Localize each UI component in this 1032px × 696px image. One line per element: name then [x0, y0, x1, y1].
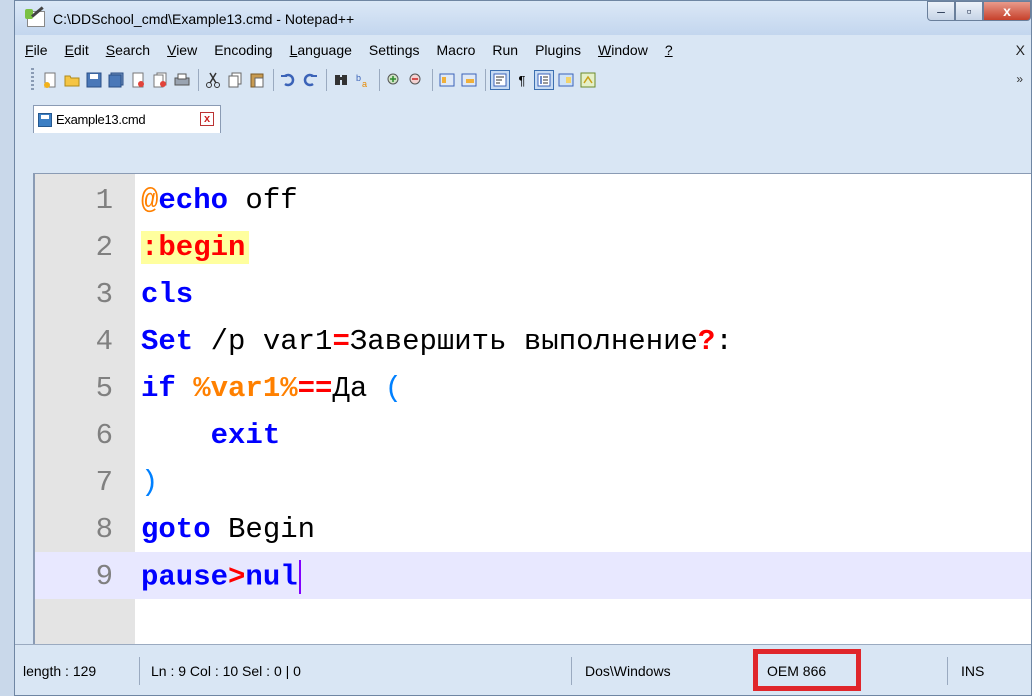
close-document-x[interactable]: X — [1016, 42, 1025, 58]
line-content: exit — [210, 419, 281, 452]
status-separator — [139, 657, 140, 685]
toolbar: ba ¶ » — [15, 63, 1031, 97]
save-all-icon[interactable] — [106, 70, 126, 90]
window-controls: – ▫ x — [927, 1, 1031, 23]
line-content: pause>nul — [141, 560, 301, 594]
code-line[interactable]: 2 :begin — [35, 223, 1031, 270]
menu-file[interactable]: File — [25, 42, 48, 58]
code-line[interactable]: 1 @echo off — [35, 176, 1031, 223]
menu-macro[interactable]: Macro — [437, 42, 476, 58]
paste-icon[interactable] — [247, 70, 267, 90]
status-insert-mode[interactable]: INS — [961, 657, 984, 685]
indent-guide-icon[interactable] — [534, 70, 554, 90]
menu-language[interactable]: Language — [290, 42, 352, 58]
line-number: 1 — [95, 184, 113, 217]
line-number: 2 — [95, 231, 113, 264]
toolbar-grip[interactable] — [31, 68, 34, 92]
menu-encoding[interactable]: Encoding — [214, 42, 272, 58]
minimize-button[interactable]: – — [927, 1, 955, 21]
code-line[interactable]: 7 ) — [35, 458, 1031, 505]
open-file-icon[interactable] — [62, 70, 82, 90]
line-content: @echo off — [141, 184, 298, 217]
function-list-icon[interactable] — [578, 70, 598, 90]
status-length: length : 129 — [23, 663, 97, 679]
code-line[interactable]: 8 goto Begin — [35, 505, 1031, 552]
saved-file-icon — [38, 112, 52, 127]
menu-window[interactable]: Window — [598, 42, 648, 58]
new-file-icon[interactable] — [40, 70, 60, 90]
status-separator — [947, 657, 948, 685]
status-bar: length : 129 Ln : 9 Col : 10 Sel : 0 | 0… — [15, 644, 1031, 695]
line-content: :begin — [141, 231, 250, 264]
menu-edit[interactable]: Edit — [65, 42, 89, 58]
tab-label: Example13.cmd — [56, 112, 146, 127]
show-all-chars-icon[interactable]: ¶ — [512, 70, 532, 90]
text-caret — [298, 560, 301, 594]
notepadpp-window: C:\DDSchool_cmd\Example13.cmd - Notepad+… — [14, 0, 1032, 696]
tab-close-icon[interactable]: x — [200, 112, 214, 126]
menu-plugins[interactable]: Plugins — [535, 42, 581, 58]
zoom-out-icon[interactable] — [406, 70, 426, 90]
line-content: cls — [141, 278, 194, 311]
find-icon[interactable] — [331, 70, 351, 90]
toolbar-separator — [379, 69, 380, 91]
tab-bar: Example13.cmd x — [15, 99, 1031, 139]
close-button[interactable]: x — [983, 1, 1031, 21]
menu-run[interactable]: Run — [492, 42, 518, 58]
status-encoding[interactable]: OEM 866 — [767, 657, 826, 685]
close-file-icon[interactable] — [128, 70, 148, 90]
toolbar-overflow-chevron-icon[interactable]: » — [1016, 72, 1023, 86]
menu-view[interactable]: View — [167, 42, 197, 58]
doc-map-icon[interactable] — [556, 70, 576, 90]
sync-vertical-icon[interactable] — [437, 70, 457, 90]
zoom-in-icon[interactable] — [384, 70, 404, 90]
code-line[interactable]: 5 if %var1%==Да ( — [35, 364, 1031, 411]
maximize-button[interactable]: ▫ — [955, 1, 983, 21]
sync-horizontal-icon[interactable] — [459, 70, 479, 90]
cut-icon[interactable] — [203, 70, 223, 90]
line-number: 4 — [95, 325, 113, 358]
line-number: 3 — [95, 278, 113, 311]
svg-text:b: b — [356, 73, 361, 83]
notepadpp-app-icon[interactable] — [25, 9, 45, 27]
status-position: Ln : 9 Col : 10 Sel : 0 | 0 — [151, 663, 301, 679]
toolbar-separator — [432, 69, 433, 91]
copy-icon[interactable] — [225, 70, 245, 90]
code-line[interactable]: 6 exit — [35, 411, 1031, 458]
redo-icon[interactable] — [300, 70, 320, 90]
toolbar-separator — [326, 69, 327, 91]
line-content: if %var1%==Да ( — [141, 372, 403, 405]
toolbar-separator — [485, 69, 486, 91]
line-number: 5 — [95, 372, 113, 405]
toolbar-separator — [273, 69, 274, 91]
menu-help[interactable]: ? — [665, 42, 673, 58]
replace-icon[interactable]: ba — [353, 70, 373, 90]
line-number: 9 — [95, 560, 113, 593]
line-number: 7 — [95, 466, 113, 499]
window-title: C:\DDSchool_cmd\Example13.cmd - Notepad+… — [53, 11, 355, 27]
line-content: goto Begin — [141, 513, 316, 546]
save-icon[interactable] — [84, 70, 104, 90]
line-content: ) — [141, 466, 159, 499]
close-all-icon[interactable] — [150, 70, 170, 90]
print-icon[interactable] — [172, 70, 192, 90]
line-number: 8 — [95, 513, 113, 546]
status-eol-format[interactable]: Dos\Windows — [585, 657, 671, 685]
undo-icon[interactable] — [278, 70, 298, 90]
toolbar-separator — [198, 69, 199, 91]
menu-search[interactable]: Search — [106, 42, 150, 58]
current-code-line[interactable]: 9 pause>nul — [35, 552, 1031, 599]
code-line[interactable]: 3 cls — [35, 270, 1031, 317]
line-content: Set /p var1=Завершить выполнение?: — [141, 325, 733, 358]
status-separator — [571, 657, 572, 685]
tab-example13[interactable]: Example13.cmd x — [33, 105, 221, 133]
word-wrap-icon[interactable] — [490, 70, 510, 90]
code-editor[interactable]: 1 @echo off 2 :begin 3 cls 4 Set /p var1… — [33, 173, 1031, 647]
code-line[interactable]: 4 Set /p var1=Завершить выполнение?: — [35, 317, 1031, 364]
title-bar[interactable]: C:\DDSchool_cmd\Example13.cmd - Notepad+… — [15, 1, 1031, 35]
line-number: 6 — [95, 419, 113, 452]
svg-text:a: a — [362, 79, 367, 88]
menu-bar: File Edit Search View Encoding Language … — [15, 35, 1031, 65]
menu-settings[interactable]: Settings — [369, 42, 420, 58]
